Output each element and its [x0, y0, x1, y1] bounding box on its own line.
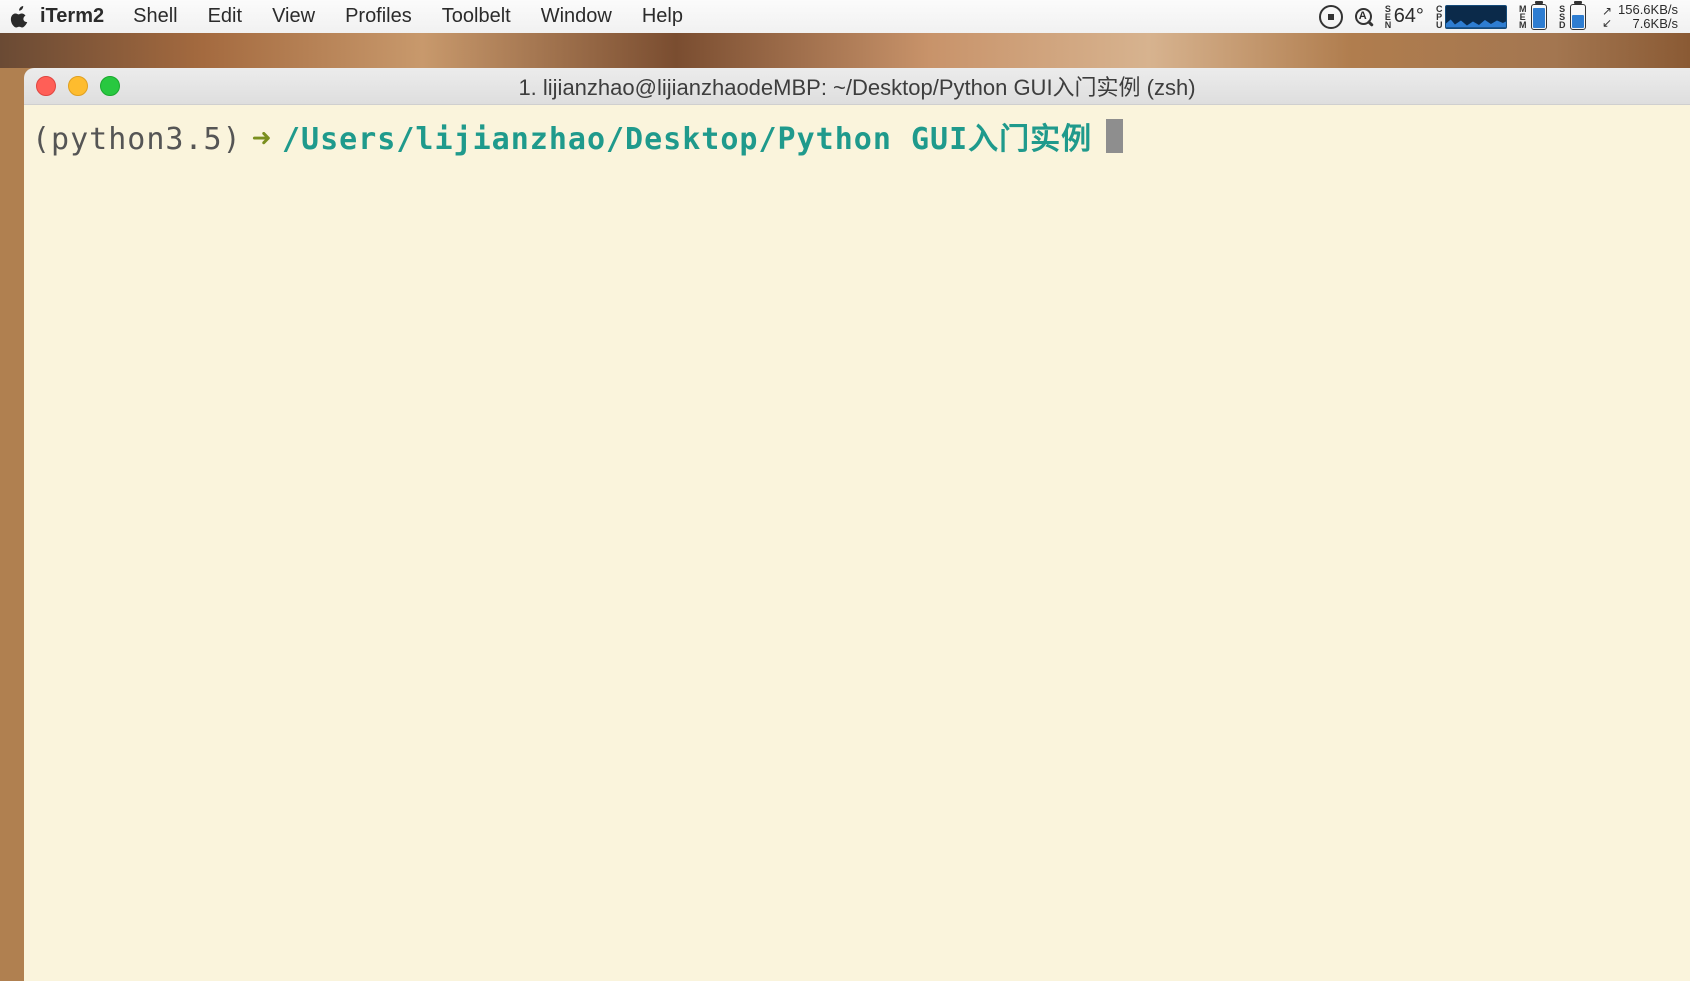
window-controls [36, 76, 132, 96]
terminal-cursor [1106, 119, 1123, 153]
ssd-gauge-icon [1570, 4, 1586, 30]
menu-toolbelt[interactable]: Toolbelt [442, 5, 511, 28]
menu-shell[interactable]: Shell [133, 5, 177, 28]
menu-view[interactable]: View [272, 5, 315, 28]
menu-profiles[interactable]: Profiles [345, 5, 412, 28]
menu-help[interactable]: Help [642, 5, 683, 28]
search-icon[interactable]: A [1355, 8, 1373, 26]
memory-widget[interactable]: MEM [1519, 4, 1547, 30]
active-app-name[interactable]: iTerm2 [40, 5, 104, 28]
prompt-arrow-icon: ➜ [252, 118, 272, 158]
minimize-button[interactable] [68, 76, 88, 96]
terminal-window: 1. lijianzhao@lijianzhaodeMBP: ~/Desktop… [24, 68, 1690, 960]
desktop-wallpaper [0, 33, 1690, 68]
apple-menu-icon[interactable] [0, 6, 40, 28]
window-titlebar[interactable]: 1. lijianzhao@lijianzhaodeMBP: ~/Desktop… [24, 68, 1690, 105]
network-download-speed: 7.6KB/s [1618, 17, 1678, 31]
cpu-widget[interactable]: CPU [1436, 5, 1507, 29]
menu-edit[interactable]: Edit [208, 5, 242, 28]
sensor-widget[interactable]: SEN 64° [1385, 5, 1424, 29]
temperature-value: 64° [1394, 5, 1424, 28]
macos-menubar: iTerm2 Shell Edit View Profiles Toolbelt… [0, 0, 1690, 34]
window-title: 1. lijianzhao@lijianzhaodeMBP: ~/Desktop… [24, 70, 1690, 102]
net-down-arrow-icon: ↙ [1602, 17, 1612, 29]
current-directory: /Users/lijianzhao/Desktop/Python GUI入门实例 [282, 120, 1092, 160]
zoom-button[interactable] [100, 76, 120, 96]
terminal-body[interactable]: (python3.5) ➜ /Users/lijianzhao/Desktop/… [24, 105, 1690, 981]
close-button[interactable] [36, 76, 56, 96]
network-upload-speed: 156.6KB/s [1618, 3, 1678, 17]
cpu-graph-icon [1445, 5, 1507, 29]
net-up-arrow-icon: ↗ [1602, 5, 1612, 17]
network-widget[interactable]: ↗ ↙ 156.6KB/s 7.6KB/s [1598, 3, 1684, 31]
menu-window[interactable]: Window [541, 5, 612, 28]
stop-icon[interactable] [1319, 5, 1343, 29]
memory-gauge-icon [1531, 4, 1547, 30]
ssd-widget[interactable]: SSD [1559, 4, 1586, 30]
virtualenv-name: (python3.5) [32, 120, 242, 160]
prompt-line: (python3.5) ➜ /Users/lijianzhao/Desktop/… [32, 115, 1682, 160]
